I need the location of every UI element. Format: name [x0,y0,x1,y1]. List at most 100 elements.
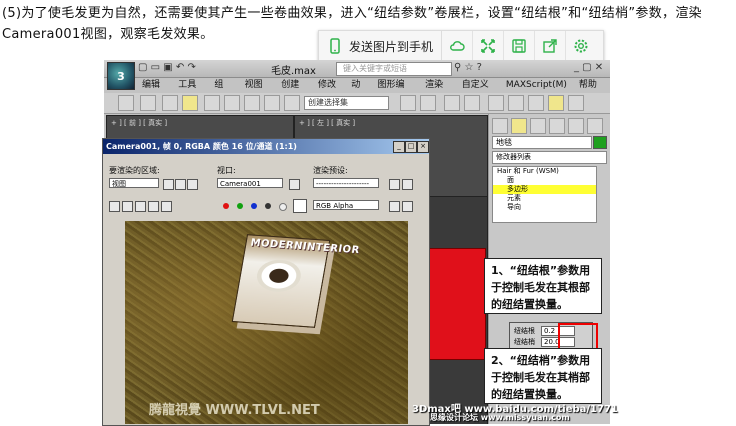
menu-item[interactable]: 编辑(E) [136,78,172,104]
material-editor-tool[interactable] [488,95,504,111]
modifier-stack-item[interactable]: 导向 [493,203,596,212]
app-logo[interactable]: 3 [107,62,135,90]
magazine-object: MODERNINTERIOR [231,234,360,328]
modifier-list-dropdown[interactable]: 修改器列表 [492,151,607,164]
modify-tab[interactable] [511,118,527,134]
save-image-icon[interactable] [109,201,120,212]
menu-item[interactable]: 修改器 [312,78,345,104]
curve-editor-tool[interactable] [464,95,480,111]
display-tab[interactable] [568,118,584,134]
area-dropdown[interactable]: 视图 [109,178,159,188]
hierarchy-tab[interactable] [530,118,546,134]
render-tool[interactable] [548,95,564,111]
menu-item[interactable]: MAXScript(M) [500,78,573,92]
undo-tool[interactable] [118,95,134,111]
auto-region-icon[interactable] [175,179,186,190]
print-icon[interactable] [148,201,159,212]
clear-icon[interactable] [161,201,172,212]
render-production-tool[interactable] [568,95,584,111]
select-tool[interactable] [162,95,178,111]
app-search-input[interactable]: 键入关键字或短语 [336,62,452,76]
mirror-tool[interactable] [400,95,416,111]
motion-tab[interactable] [549,118,565,134]
edit-region-icon[interactable] [163,179,174,190]
render-setup-tool[interactable] [508,95,524,111]
environment-icon[interactable] [402,179,413,190]
object-name-field[interactable]: 地毯 [492,136,592,149]
rotate-tool[interactable] [224,95,240,111]
menu-item[interactable]: 创建(C) [275,78,312,104]
mono-channel-icon[interactable] [279,203,287,211]
menu-item[interactable]: 渲染(R) [419,78,456,104]
coffee-cup-image [254,258,304,294]
viewport-dropdown[interactable]: Camera001 [217,178,283,188]
menu-item[interactable]: 自定义(U) [456,78,500,104]
send-to-phone-button[interactable]: 发送图片到手机 [319,31,443,61]
menu-item[interactable]: 图形编辑器 [372,78,420,104]
object-color-swatch[interactable] [593,136,607,149]
channel-dropdown[interactable]: RGB Alpha [313,200,379,210]
command-panel-tabs [492,118,603,134]
menu-item[interactable]: 动画 [345,78,371,104]
cloud-button[interactable] [442,31,474,61]
expand-button[interactable] [473,31,505,61]
menu-item[interactable]: 工具(T) [172,78,208,104]
render-setup-icon[interactable] [389,179,400,190]
info-icons: ⚲ ☆ ? [454,62,482,73]
send-to-phone-label: 发送图片到手机 [349,39,434,54]
align-tool[interactable] [420,95,436,111]
title-bar: ▢ ▭ ▣ ↶ ↷ 毛皮.max 键入关键字或短语 ⚲ ☆ ? _ ▢ ✕ [104,60,610,78]
copy-image-icon[interactable] [122,201,133,212]
minimize-button[interactable]: _ [393,141,405,153]
clone-frame-icon[interactable] [135,201,146,212]
missyuan-watermark: 思缘设计论坛 www.missyuan.com [430,413,570,422]
modifier-stack: Hair 和 Fur (WSM) 面多边形 元素 导向 [492,166,597,223]
red-channel-icon[interactable] [223,203,229,209]
modifier-stack-item[interactable]: Hair 和 Fur (WSM) [493,167,596,176]
menu-item[interactable]: 视图(V) [239,78,276,104]
window-controls[interactable]: _ ▢ ✕ [574,62,603,73]
move-tool[interactable] [204,95,220,111]
kink-tip-label: 纽结梢 [514,338,535,346]
display-alpha-icon[interactable] [389,201,400,212]
pin-icon[interactable] [289,179,300,190]
expand-icon [481,39,495,53]
tlvl-watermark: 腾龍視覺 WWW.TLVL.NET [149,403,320,418]
viewport-left-label: + ] [ 左 ] [ 真实 ] [299,119,356,127]
preset-dropdown[interactable]: --------------------- [313,178,379,188]
lock-icon[interactable] [187,179,198,190]
color-swatch[interactable] [293,199,307,213]
share-button[interactable] [535,31,567,61]
menu-item[interactable]: 帮助(H) [573,78,610,104]
utilities-tab[interactable] [587,118,603,134]
angle-snap-tool[interactable] [284,95,300,111]
menu-item[interactable]: 组(G) [208,78,238,104]
settings-button[interactable] [566,31,596,61]
save-button[interactable] [504,31,536,61]
phone-icon [330,38,340,54]
select-object-tool[interactable] [182,95,198,111]
toggle-ui-icon[interactable] [402,201,413,212]
scale-tool[interactable] [244,95,260,111]
selection-set-dropdown[interactable]: 创建选择集 [304,96,389,110]
red-preview-area [428,248,486,360]
modifier-stack-item[interactable]: 面 [493,176,596,185]
maximize-button[interactable]: □ [405,141,417,153]
close-button[interactable]: × [417,141,429,153]
modifier-stack-item[interactable]: 多边形 [493,185,596,194]
modifier-stack-item[interactable]: 元素 [493,194,596,203]
green-channel-icon[interactable] [237,203,243,209]
blue-channel-icon[interactable] [251,203,257,209]
alpha-channel-icon[interactable] [265,203,271,209]
preset-label: 渲染预设: [313,166,348,175]
link-tool[interactable] [140,95,156,111]
layer-tool[interactable] [444,95,460,111]
share-toolbar: 发送图片到手机 [318,30,604,62]
cloud-icon [450,41,465,51]
render-frame-tool[interactable] [528,95,544,111]
area-label: 要渲染的区域: [109,166,160,175]
callout-kink-root: 1、“纽结根”参数用于控制毛发在其根部的纽结置换量。 [484,258,602,314]
create-tab[interactable] [492,118,508,134]
viewport-front-label: + ] [ 前 ] [ 真实 ] [111,119,168,127]
snap-tool[interactable] [264,95,280,111]
